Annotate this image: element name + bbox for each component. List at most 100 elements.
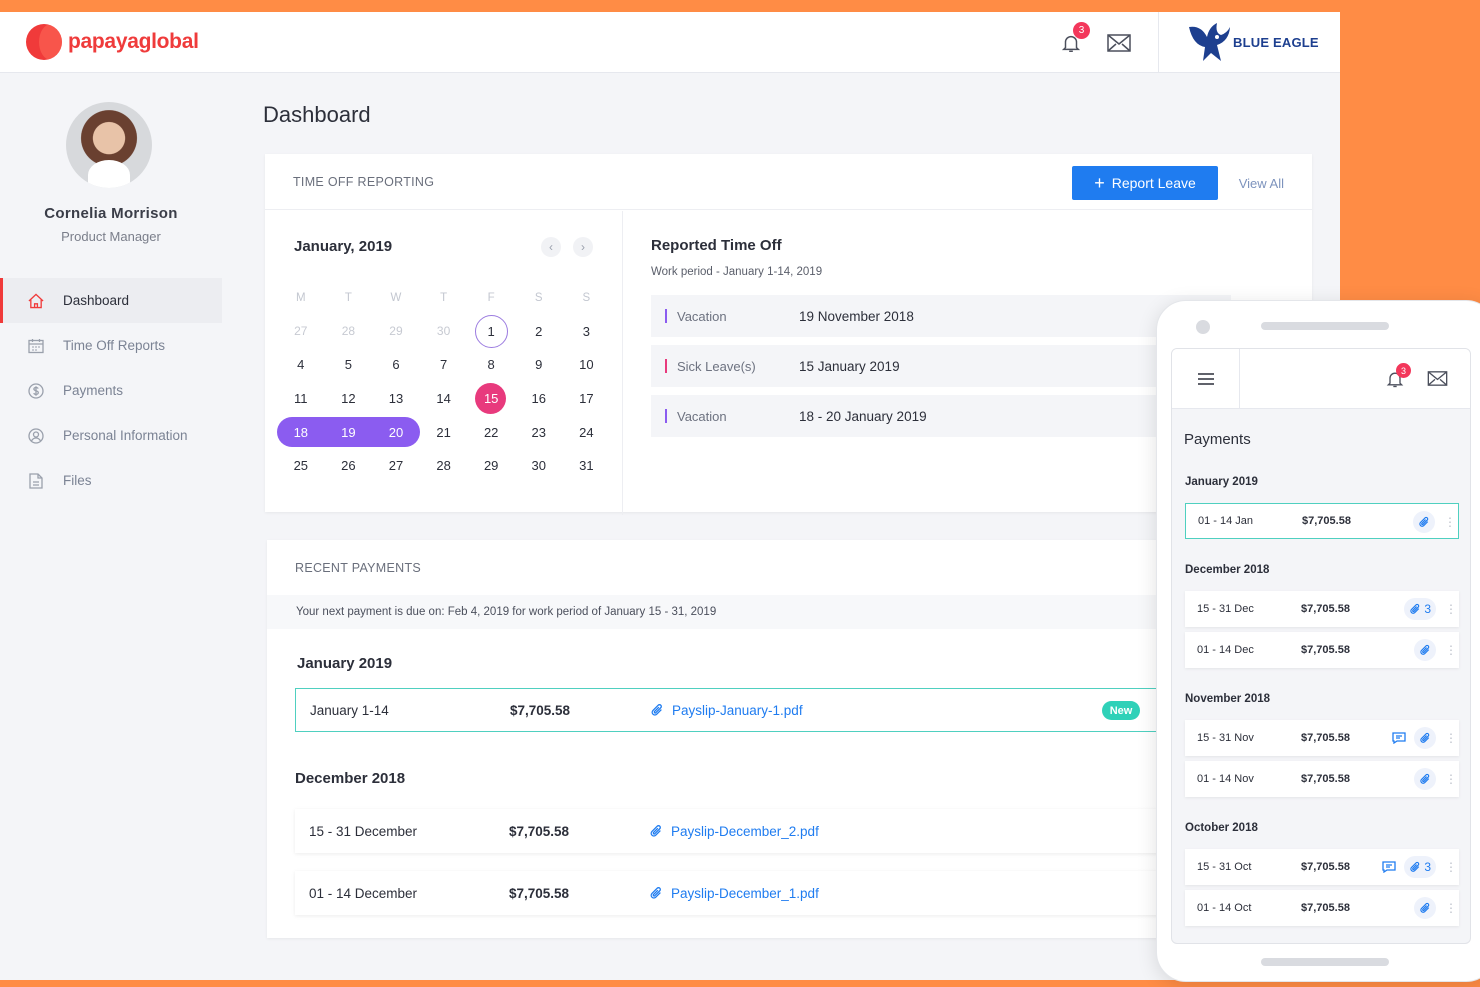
mobile-notifications-button[interactable]: 3: [1385, 363, 1411, 391]
mobile-month-title: December 2018: [1185, 564, 1270, 576]
calendar-day[interactable]: 29: [372, 316, 420, 346]
reported-row[interactable]: Sick Leave(s) 15 January 2019: [651, 345, 1231, 387]
calendar-day-today[interactable]: 1: [467, 315, 515, 349]
payment-row[interactable]: January 1-14 $7,705.58 Payslip-January-1…: [295, 688, 1165, 732]
calendar-day[interactable]: 10: [563, 350, 611, 380]
sidebar-item-payments[interactable]: Payments: [0, 368, 222, 413]
attachment-button[interactable]: [1413, 511, 1435, 533]
more-vertical-icon[interactable]: ⋮: [1444, 515, 1456, 529]
attachment-button[interactable]: [1414, 639, 1436, 661]
calendar-day[interactable]: 28: [325, 316, 373, 346]
mobile-payment-amount: $7,705.58: [1301, 603, 1350, 615]
calendar-day[interactable]: 25: [277, 451, 325, 481]
more-vertical-icon[interactable]: ⋮: [1445, 643, 1457, 657]
attachment-count: 3: [1424, 860, 1431, 874]
reported-row[interactable]: Vacation 19 November 2018: [651, 295, 1231, 337]
more-vertical-icon[interactable]: ⋮: [1445, 860, 1457, 874]
view-all-link[interactable]: View All: [1239, 176, 1284, 191]
sidebar-item-time-off-reports[interactable]: Time Off Reports: [0, 323, 222, 368]
calendar-day[interactable]: 27: [372, 451, 420, 481]
calendar-day[interactable]: 16: [515, 384, 563, 414]
calendar-day-vacation[interactable]: 20: [372, 417, 420, 448]
sidebar-nav: Dashboard Time Off Reports Payments Pers…: [0, 278, 222, 503]
comment-icon[interactable]: [1382, 861, 1396, 873]
payment-row[interactable]: 15 - 31 December $7,705.58 Payslip-Decem…: [295, 809, 1165, 853]
calendar-day[interactable]: 26: [325, 451, 373, 481]
mobile-payment-row[interactable]: 15 - 31 Oct $7,705.58 3 ⋮: [1185, 849, 1459, 885]
payslip-link[interactable]: Payslip-January-1.pdf: [650, 703, 803, 718]
more-vertical-icon[interactable]: ⋮: [1445, 901, 1457, 915]
calendar-day[interactable]: 31: [563, 451, 611, 481]
notification-badge: 3: [1073, 22, 1090, 39]
calendar-day[interactable]: 29: [467, 451, 515, 481]
calendar-next-button[interactable]: ›: [573, 237, 593, 257]
calendar-day[interactable]: 14: [420, 384, 468, 414]
calendar-day[interactable]: 30: [420, 316, 468, 346]
calendar-day[interactable]: 23: [515, 417, 563, 447]
attachment-button[interactable]: 3: [1404, 598, 1436, 620]
mobile-menu-button[interactable]: [1172, 349, 1240, 409]
calendar-day-vacation[interactable]: 18: [277, 417, 325, 448]
calendar-day[interactable]: 7: [420, 350, 468, 380]
calendar-day[interactable]: 17: [563, 384, 611, 414]
mobile-payment-row[interactable]: 15 - 31 Nov $7,705.58 ⋮: [1185, 720, 1459, 756]
attachment-button[interactable]: [1414, 727, 1436, 749]
calendar-day[interactable]: 27: [277, 316, 325, 346]
more-vertical-icon[interactable]: ⋮: [1445, 602, 1457, 616]
calendar-day[interactable]: 13: [372, 384, 420, 414]
sidebar-item-dashboard[interactable]: Dashboard: [0, 278, 222, 323]
calendar-day[interactable]: 12: [325, 384, 373, 414]
calendar-day[interactable]: 9: [515, 350, 563, 380]
paperclip-icon: [1420, 902, 1430, 913]
calendar-day[interactable]: 24: [563, 417, 611, 447]
more-vertical-icon[interactable]: ⋮: [1445, 772, 1457, 786]
more-vertical-icon[interactable]: ⋮: [1445, 731, 1457, 745]
messages-button[interactable]: [1106, 30, 1132, 56]
calendar-day-vacation[interactable]: 19: [324, 417, 373, 448]
attachment-button[interactable]: 3: [1404, 856, 1436, 878]
reported-row[interactable]: Vacation 18 - 20 January 2019: [651, 395, 1231, 437]
comment-icon[interactable]: [1392, 732, 1406, 744]
payslip-filename: Payslip-January-1.pdf: [672, 702, 803, 718]
notifications-button[interactable]: 3: [1058, 22, 1090, 56]
report-leave-button[interactable]: + Report Leave: [1072, 166, 1218, 200]
calendar-day[interactable]: 5: [325, 350, 373, 380]
mobile-payment-row[interactable]: 01 - 14 Jan $7,705.58 ⋮: [1185, 503, 1459, 539]
payslip-filename: Payslip-December_1.pdf: [671, 885, 819, 901]
eagle-logo-icon: [1189, 22, 1230, 61]
avatar[interactable]: [66, 102, 152, 188]
payment-period: 01 - 14 December: [309, 885, 418, 901]
mobile-payment-row[interactable]: 15 - 31 Dec $7,705.58 3 ⋮: [1185, 591, 1459, 627]
calendar-day-sick-leave[interactable]: 15: [467, 382, 515, 414]
weekday-label: T: [440, 291, 448, 304]
calendar-day[interactable]: 8: [467, 350, 515, 380]
payslip-link[interactable]: Payslip-December_2.pdf: [649, 824, 819, 839]
calendar-day[interactable]: 22: [467, 417, 515, 447]
calendar-day[interactable]: 28: [420, 451, 468, 481]
calendar-day[interactable]: 6: [372, 350, 420, 380]
paperclip-icon: [1410, 861, 1420, 872]
payment-row[interactable]: 01 - 14 December $7,705.58 Payslip-Decem…: [295, 871, 1165, 915]
mobile-payment-row[interactable]: 01 - 14 Nov $7,705.58 ⋮: [1185, 761, 1459, 797]
mobile-payment-row[interactable]: 01 - 14 Oct $7,705.58 ⋮: [1185, 890, 1459, 926]
calendar-day[interactable]: 3: [563, 316, 611, 346]
calendar-day[interactable]: 4: [277, 350, 325, 380]
calendar-day[interactable]: 2: [515, 316, 563, 346]
user-icon: [28, 427, 44, 444]
sidebar-item-personal-information[interactable]: Personal Information: [0, 413, 222, 458]
calendar-prev-button[interactable]: ‹: [541, 237, 561, 257]
payslip-link[interactable]: Payslip-December_1.pdf: [649, 886, 819, 901]
client-brand: BLUE EAGLE: [1158, 12, 1340, 73]
mobile-payment-row[interactable]: 01 - 14 Dec $7,705.58 ⋮: [1185, 632, 1459, 668]
calendar-day[interactable]: 21: [420, 417, 468, 447]
mobile-payment-amount: $7,705.58: [1301, 902, 1350, 914]
calendar-day[interactable]: 11: [277, 384, 325, 414]
weekday-label: T: [344, 291, 352, 304]
sidebar-item-files[interactable]: Files: [0, 458, 222, 503]
papaya-logo[interactable]: papayaglobal: [26, 24, 199, 60]
mobile-messages-button[interactable]: [1427, 371, 1448, 391]
attachment-button[interactable]: [1414, 768, 1436, 790]
calendar-day[interactable]: 30: [515, 451, 563, 481]
attachment-button[interactable]: [1414, 897, 1436, 919]
desktop-app: papayaglobal 3 BLUE EAGLE Cornelia Morri…: [0, 12, 1340, 980]
